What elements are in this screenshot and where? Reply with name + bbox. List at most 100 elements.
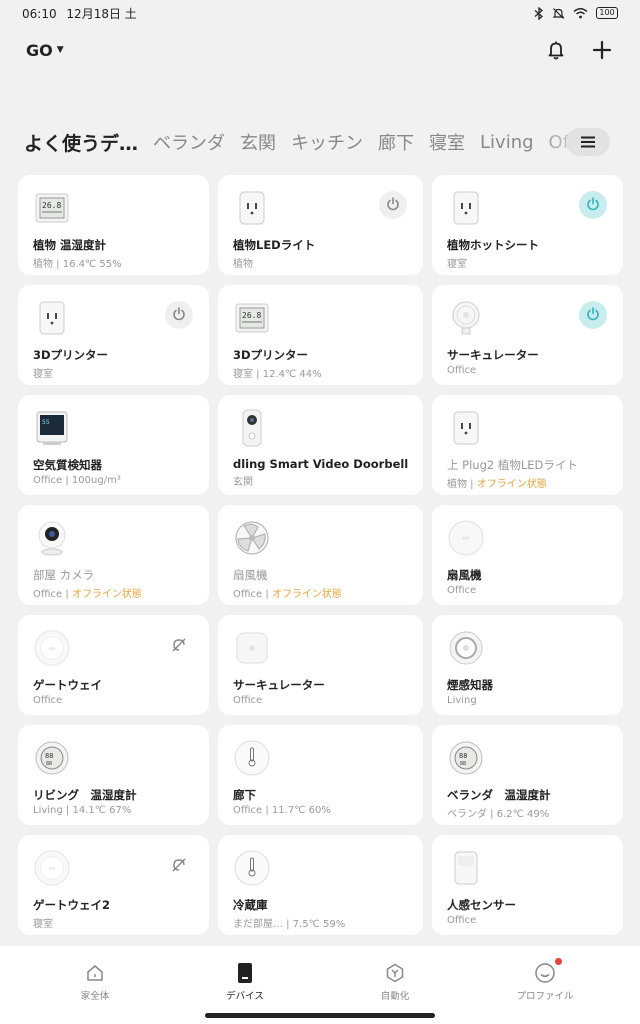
smart-plug-icon — [33, 299, 71, 337]
notification-button[interactable] — [544, 38, 568, 62]
device-card[interactable]: 冷蔵庫 まだ部屋… | 7.5℃ 59% — [218, 835, 423, 935]
device-card[interactable]: mi ゲートウェイ Office — [18, 615, 209, 715]
device-card[interactable]: サーキュレーター Office — [218, 615, 423, 715]
device-card[interactable]: 3Dプリンター 寝室 — [18, 285, 209, 385]
device-name: 植物 温湿度計 — [33, 238, 107, 252]
smart-plug-icon — [233, 189, 271, 227]
svg-text:88: 88 — [460, 761, 466, 767]
device-subtitle: Office — [447, 365, 609, 376]
power-icon — [386, 196, 400, 215]
device-room: Office — [447, 365, 477, 376]
device-name: dling Smart Video Doorbell — [233, 457, 409, 471]
unlinked-icon — [171, 857, 187, 873]
device-room: Office — [447, 585, 477, 596]
device-card[interactable]: 植物LEDライト 植物 — [218, 175, 423, 275]
power-icon — [586, 196, 600, 215]
device-status: | 16.4℃ 55% — [53, 259, 122, 270]
device-subtitle: Office — [447, 585, 609, 596]
device-status: | 12.4℃ 44% — [253, 369, 322, 380]
home-name: GO — [26, 40, 53, 60]
tab-3[interactable]: キッチン — [291, 129, 363, 155]
device-name: ベランダ 温湿度計 — [447, 788, 551, 802]
device-room: 植物 — [233, 259, 253, 270]
device-card[interactable]: 88 88 リビング 温湿度計 Living | 14.1℃ 67% — [18, 725, 209, 825]
camera-icon — [33, 519, 71, 557]
header-actions — [544, 38, 614, 62]
device-card[interactable]: 廊下 Office | 11.7℃ 60% — [218, 725, 423, 825]
device-card[interactable]: サーキュレーター Office — [432, 285, 623, 385]
device-card[interactable]: dling Smart Video Doorbell 玄関 — [218, 395, 423, 495]
device-name: ゲートウェイ — [33, 678, 102, 692]
nav-label: デバイス — [226, 991, 264, 1002]
device-room: ベランダ — [447, 809, 487, 820]
round-thermo-icon: 88 88 — [447, 739, 485, 777]
device-card[interactable]: 26.8 植物 温湿度計 植物 | 16.4℃ 55% — [18, 175, 209, 275]
device-card[interactable]: 煙感知器 Living — [432, 615, 623, 715]
room-menu-button[interactable] — [566, 128, 610, 156]
device-card[interactable]: mi 扇風機 Office — [432, 505, 623, 605]
device-card[interactable]: 上 Plug2 植物LEDライト 植物 | オフライン状態 — [432, 395, 623, 495]
device-status: | 11.7℃ 60% — [262, 805, 331, 816]
device-room: 寝室 — [33, 369, 53, 380]
device-subtitle: Office | オフライン状態 — [33, 585, 195, 600]
home-icon — [84, 962, 106, 984]
device-card[interactable]: 部屋 カメラ Office | オフライン状態 — [18, 505, 209, 605]
power-button[interactable] — [579, 191, 607, 219]
tab-5[interactable]: 寝室 — [429, 129, 465, 155]
nav-label: プロファイル — [516, 991, 574, 1002]
thermometer-puck-icon — [233, 739, 271, 777]
device-room: Office — [233, 695, 263, 706]
tab-4[interactable]: 廊下 — [378, 129, 414, 155]
tab-2[interactable]: 玄関 — [240, 129, 276, 155]
device-name: 3Dプリンター — [33, 348, 109, 362]
device-subtitle: Office — [233, 695, 409, 706]
device-card[interactable]: 88 88 ベランダ 温湿度計ベランダ | 6.2℃ 49% — [432, 725, 623, 825]
device-name: 植物ホットシート — [447, 238, 539, 252]
device-subtitle: 寝室 — [33, 915, 195, 930]
device-room: Office — [447, 915, 477, 926]
device-subtitle: 寝室 | 12.4℃ 44% — [233, 365, 409, 380]
nav-label: 自動化 — [380, 991, 410, 1002]
separator: | — [467, 479, 477, 490]
tab-0[interactable]: よく使うデ… — [24, 129, 138, 156]
device-subtitle: ベランダ | 6.2℃ 49% — [447, 805, 609, 820]
power-button[interactable] — [165, 301, 193, 329]
svg-text:mi: mi — [49, 646, 55, 652]
svg-text:mi: mi — [49, 866, 55, 872]
device-room: まだ部屋… — [233, 919, 283, 930]
status-time-date: 06:10 12月18日 土 — [22, 5, 137, 22]
svg-text:26.8: 26.8 — [242, 311, 261, 320]
device-name: 煙感知器 — [447, 678, 493, 692]
device-card[interactable]: 植物ホットシート 寝室 — [432, 175, 623, 275]
svg-text:mi: mi — [463, 536, 469, 542]
device-subtitle: まだ部屋… | 7.5℃ 59% — [233, 915, 409, 930]
device-card[interactable]: 人感センサー Office — [432, 835, 623, 935]
automation-icon — [384, 962, 406, 984]
add-device-button[interactable] — [590, 38, 614, 62]
room-tabs: よく使うデ…ベランダ玄関キッチン廊下寝室LivingOffice — [0, 120, 640, 164]
nav-home[interactable]: 家全体 — [35, 946, 155, 1024]
desk-fan-icon — [447, 299, 485, 337]
bell-icon — [548, 41, 564, 60]
device-room: 植物 — [33, 259, 53, 270]
device-room: Office — [33, 695, 63, 706]
device-name: 上 Plug2 植物LEDライト — [447, 458, 578, 472]
nav-profile[interactable]: プロファイル — [485, 946, 605, 1024]
tab-6[interactable]: Living — [480, 132, 534, 153]
device-card[interactable]: 55 空気質検知器 Office | 100ug/m³ — [18, 395, 209, 495]
device-subtitle: Living | 14.1℃ 67% — [33, 805, 195, 816]
power-button[interactable] — [579, 301, 607, 329]
thermo-display-icon: 26.8 — [233, 299, 271, 337]
tab-1[interactable]: ベランダ — [153, 129, 225, 155]
square-device-icon — [233, 629, 271, 667]
device-subtitle: Office — [33, 695, 195, 706]
room-tab-list: よく使うデ…ベランダ玄関キッチン廊下寝室LivingOffice — [24, 129, 616, 156]
separator: | — [262, 589, 272, 600]
home-selector[interactable]: GO ▼ — [26, 41, 64, 60]
device-subtitle: Living — [447, 695, 609, 706]
device-card[interactable]: 26.8 3Dプリンター 寝室 | 12.4℃ 44% — [218, 285, 423, 385]
device-card[interactable]: mi ゲートウェイ2 寝室 — [18, 835, 209, 935]
power-button[interactable] — [379, 191, 407, 219]
smart-plug-icon — [447, 409, 485, 447]
device-card[interactable]: 扇風機 Office | オフライン状態 — [218, 505, 423, 605]
